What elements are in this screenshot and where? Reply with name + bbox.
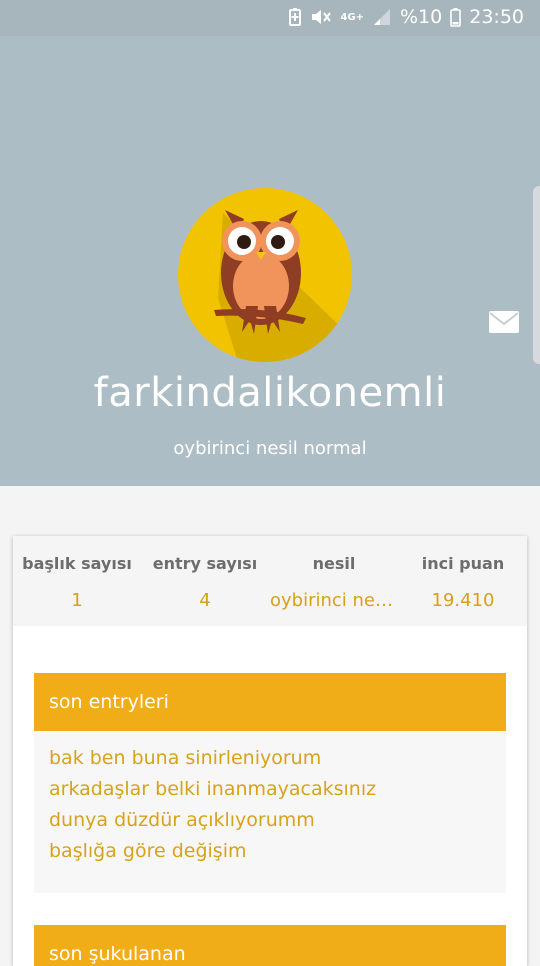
status-icons: 4G+ %10 23:50: [288, 6, 524, 28]
stat-value[interactable]: 4: [141, 590, 269, 611]
mute-icon: [312, 10, 332, 24]
stat-value: oybirinci nesil normal: [270, 590, 398, 611]
stat-label: inci puan: [421, 554, 505, 573]
stat-label: entry sayısı: [152, 554, 258, 573]
entry-link[interactable]: dunya düzdür açıklıyorumm: [49, 805, 491, 836]
entry-link[interactable]: başlığa göre değişim: [49, 836, 491, 867]
profile-card: başlık sayısı 1 entry sayısı 4 nesil oyb…: [13, 536, 527, 966]
recent-entries-list: bak ben buna sinirleniyorum arkadaşlar b…: [34, 731, 506, 867]
entry-link[interactable]: bak ben buna sinirleniyorum: [49, 743, 491, 774]
stat-value[interactable]: 1: [13, 590, 141, 611]
signal-icon: [374, 9, 390, 25]
status-time: 23:50: [469, 6, 524, 28]
owl-avatar-icon[interactable]: [178, 188, 352, 362]
recent-entries-panel: son entryleri bak ben buna sinirleniyoru…: [34, 673, 506, 893]
edge-panel-handle[interactable]: [533, 186, 540, 364]
stat-label: başlık sayısı: [22, 554, 132, 573]
profile-subtitle: oybirinci nesil normal: [173, 438, 367, 459]
stats-row: başlık sayısı 1 entry sayısı 4 nesil oyb…: [13, 536, 527, 626]
mail-icon[interactable]: [488, 310, 520, 334]
recent-entries-title: son entryleri: [34, 673, 506, 731]
battery-saver-icon: [289, 8, 302, 26]
stat-value: 19.410: [431, 590, 495, 611]
battery-percent: %10: [400, 6, 443, 28]
battery-icon: [450, 8, 462, 27]
status-bar: 4G+ %10 23:50: [0, 0, 540, 36]
network-4g-icon: 4G+: [340, 11, 364, 23]
entry-link[interactable]: arkadaşlar belki inanmayacaksınız: [49, 774, 491, 805]
stat-label: nesil: [312, 554, 356, 573]
profile-username: farkindalikonemli: [93, 370, 447, 416]
